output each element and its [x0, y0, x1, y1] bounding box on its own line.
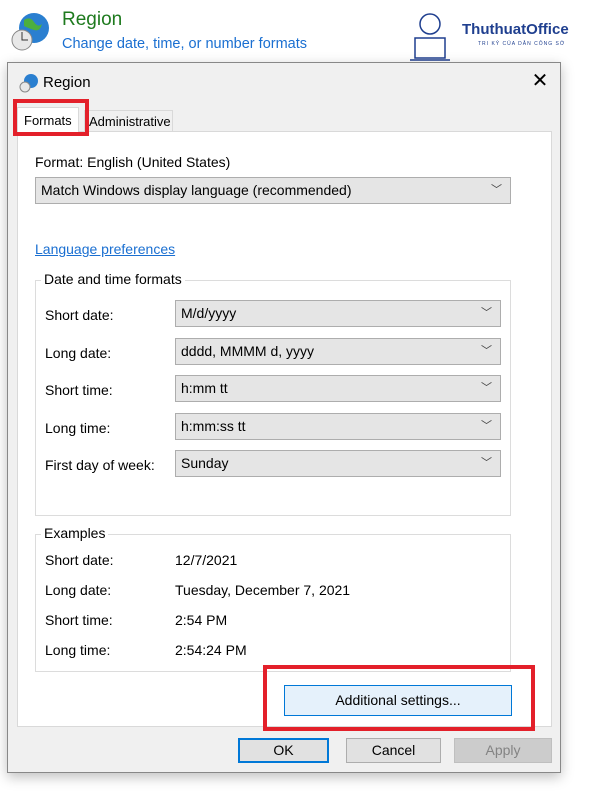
- globe-clock-icon: [11, 13, 49, 51]
- language-preferences-link[interactable]: Language preferences: [35, 241, 175, 257]
- chevron-down-icon: ﹀: [481, 420, 492, 432]
- date-format-select[interactable]: h:mm tt ﹀: [175, 375, 501, 402]
- format-value: Match Windows display language (recommen…: [41, 182, 352, 198]
- dialog-title: Region: [43, 74, 91, 91]
- example-label: Long date:: [45, 582, 112, 598]
- date-format-value: h:mm tt: [181, 380, 228, 396]
- example-value: 12/7/2021: [175, 552, 238, 568]
- chevron-down-icon: ﹀: [491, 184, 502, 196]
- date-format-select[interactable]: h:mm:ss tt ﹀: [175, 413, 501, 440]
- date-format-value: Sunday: [181, 455, 229, 471]
- format-label: Format: English (United States): [35, 154, 231, 170]
- date-format-value: M/d/yyyy: [181, 305, 237, 321]
- chevron-down-icon: ﹀: [481, 457, 492, 469]
- close-button[interactable]: ✕: [528, 69, 552, 93]
- globe-clock-icon: [19, 74, 38, 93]
- highlight-box: [13, 99, 89, 136]
- formats-tab-panel: Format: English (United States) Match Wi…: [17, 131, 552, 727]
- group-title: Date and time formats: [41, 271, 185, 287]
- example-label: Short date:: [45, 552, 114, 568]
- example-value: Tuesday, December 7, 2021: [175, 582, 351, 598]
- cancel-button[interactable]: Cancel: [346, 738, 441, 763]
- date-format-label: Short date:: [45, 307, 114, 323]
- watermark-tagline: TRI KỶ CỦA DÂN CÔNG SỞ: [478, 41, 566, 47]
- page-title: Region: [62, 9, 123, 30]
- chevron-down-icon: ﹀: [481, 382, 492, 394]
- page-subtitle-link[interactable]: Change date, time, or number formats: [62, 36, 307, 52]
- date-format-label: First day of week:: [45, 457, 155, 473]
- apply-button[interactable]: Apply: [454, 738, 552, 763]
- example-label: Long time:: [45, 642, 111, 658]
- date-format-select[interactable]: M/d/yyyy ﹀: [175, 300, 501, 327]
- example-value: 2:54:24 PM: [175, 642, 247, 658]
- region-dialog: Region ✕ Administrative Formats Format: …: [7, 62, 561, 773]
- chevron-down-icon: ﹀: [481, 307, 492, 319]
- date-format-value: h:mm:ss tt: [181, 418, 246, 434]
- date-format-select[interactable]: dddd, MMMM d, yyyy ﹀: [175, 338, 501, 365]
- format-select[interactable]: Match Windows display language (recommen…: [35, 177, 511, 204]
- chevron-down-icon: ﹀: [481, 345, 492, 357]
- date-format-label: Short time:: [45, 382, 113, 398]
- date-format-value: dddd, MMMM d, yyyy: [181, 343, 315, 359]
- ok-button[interactable]: OK: [238, 738, 329, 763]
- example-label: Short time:: [45, 612, 113, 628]
- date-format-select[interactable]: Sunday ﹀: [175, 450, 501, 477]
- tab-administrative[interactable]: Administrative: [84, 110, 173, 132]
- date-format-label: Long date:: [45, 345, 112, 361]
- watermark-name: ThuthuatOffice: [462, 21, 569, 38]
- highlight-box: [263, 665, 535, 731]
- example-value: 2:54 PM: [175, 612, 228, 628]
- group-title: Examples: [41, 525, 109, 541]
- date-format-label: Long time:: [45, 420, 111, 436]
